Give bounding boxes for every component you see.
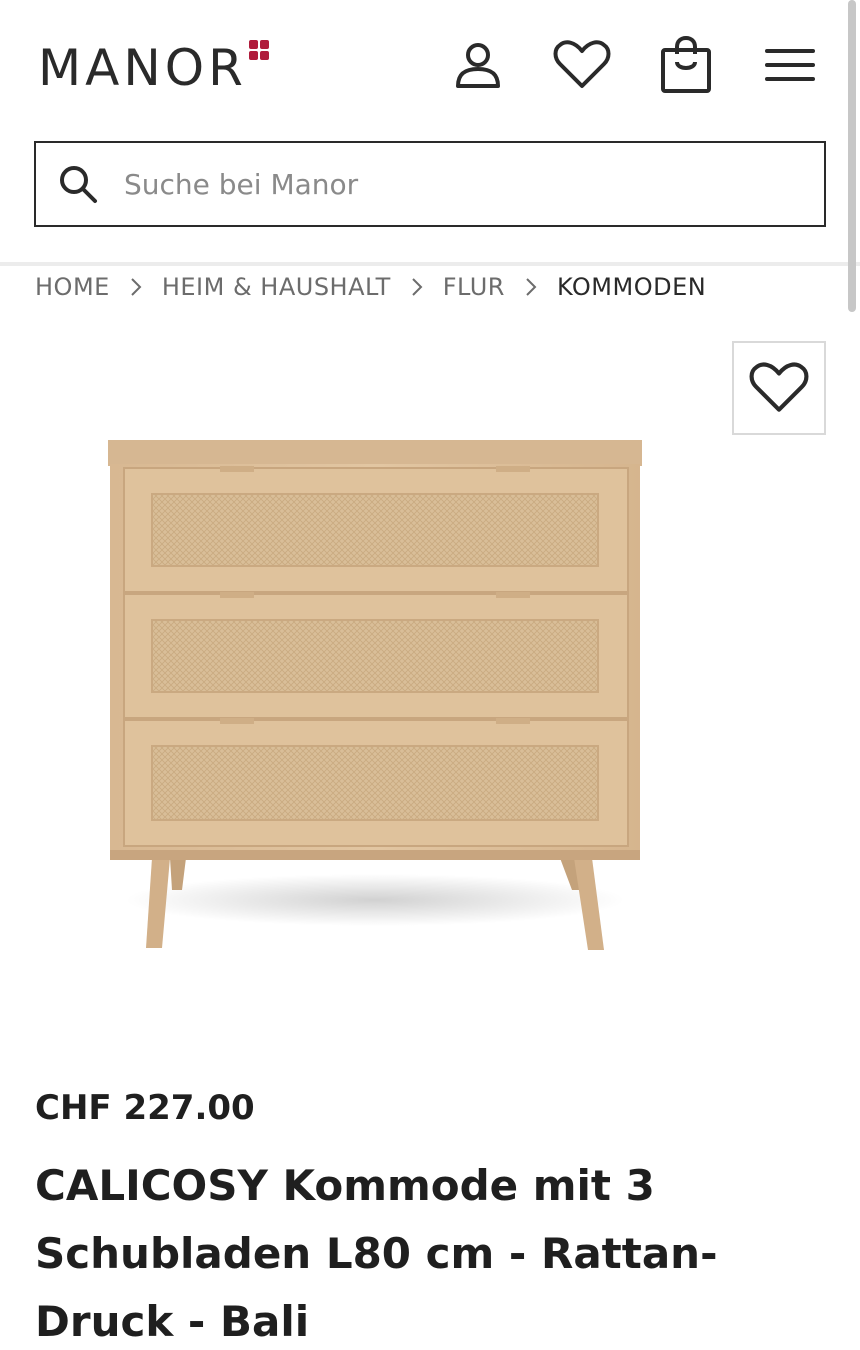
wishlist-button[interactable] bbox=[552, 34, 612, 96]
menu-button[interactable] bbox=[760, 34, 820, 96]
user-icon bbox=[456, 43, 500, 88]
chest-of-drawers-image bbox=[108, 440, 642, 950]
scrollbar[interactable] bbox=[848, 0, 856, 312]
search-icon bbox=[60, 166, 97, 203]
product-title: CALICOSY Kommode mit 3 Schubladen L80 cm… bbox=[35, 1161, 718, 1346]
add-to-wishlist-button[interactable] bbox=[732, 341, 826, 435]
cart-button[interactable] bbox=[656, 34, 716, 96]
breadcrumb-flur[interactable]: FLUR bbox=[443, 273, 505, 301]
header-actions bbox=[448, 34, 820, 96]
account-button[interactable] bbox=[448, 34, 508, 96]
chevron-right-icon bbox=[116, 275, 156, 299]
chevron-right-icon bbox=[397, 275, 437, 299]
breadcrumb-heim-haushalt[interactable]: HEIM & HAUSHALT bbox=[162, 273, 391, 301]
logo-text: MANOR bbox=[38, 39, 247, 97]
product-image[interactable] bbox=[90, 430, 660, 970]
search-bar[interactable] bbox=[34, 141, 826, 227]
logo-mark-icon bbox=[248, 40, 271, 62]
manor-logo[interactable]: MANOR bbox=[38, 40, 271, 96]
search-input[interactable] bbox=[124, 167, 764, 201]
heart-icon bbox=[749, 362, 809, 412]
header-divider bbox=[0, 262, 860, 266]
shopping-bag-icon bbox=[661, 36, 711, 93]
breadcrumb: HOME HEIM & HAUSHALT FLUR KOMMODEN bbox=[35, 268, 706, 306]
breadcrumb-kommoden: KOMMODEN bbox=[556, 273, 707, 301]
heart-icon bbox=[553, 40, 611, 88]
site-header: MANOR bbox=[0, 0, 860, 130]
menu-icon bbox=[765, 49, 815, 81]
product-price: CHF 227.00 bbox=[35, 1088, 255, 1128]
chevron-right-icon bbox=[511, 275, 551, 299]
breadcrumb-home[interactable]: HOME bbox=[35, 273, 110, 301]
